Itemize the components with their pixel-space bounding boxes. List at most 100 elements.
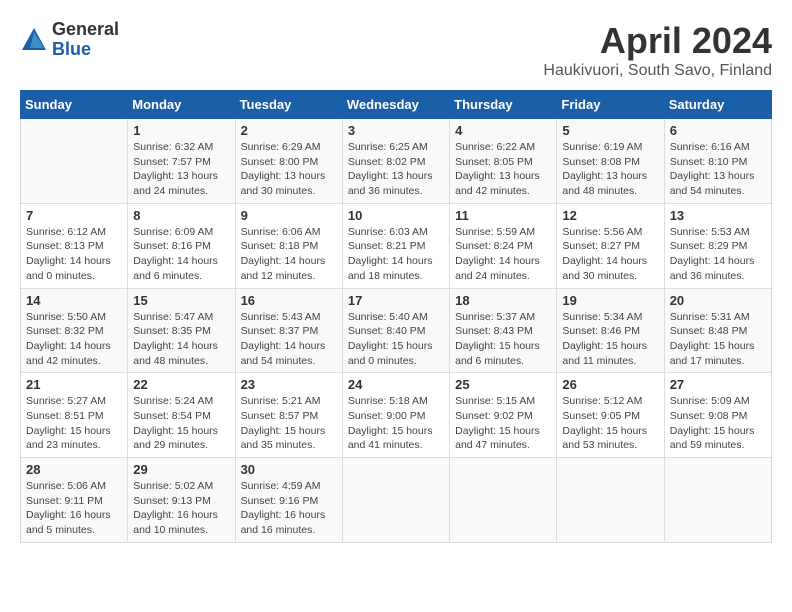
logo-general: General — [52, 20, 119, 40]
day-number: 5 — [562, 123, 658, 138]
day-info: Sunrise: 5:24 AM Sunset: 8:54 PM Dayligh… — [133, 394, 229, 453]
day-info: Sunrise: 5:31 AM Sunset: 8:48 PM Dayligh… — [670, 310, 766, 369]
calendar-cell: 21 Sunrise: 5:27 AM Sunset: 8:51 PM Dayli… — [21, 373, 128, 458]
day-info: Sunrise: 6:19 AM Sunset: 8:08 PM Dayligh… — [562, 140, 658, 199]
day-info: Sunrise: 6:12 AM Sunset: 8:13 PM Dayligh… — [26, 225, 122, 284]
day-number: 4 — [455, 123, 551, 138]
day-number: 16 — [241, 293, 337, 308]
calendar-cell: 10 Sunrise: 6:03 AM Sunset: 8:21 PM Dayli… — [342, 203, 449, 288]
calendar-cell: 1 Sunrise: 6:32 AM Sunset: 7:57 PM Daylig… — [128, 119, 235, 204]
calendar-cell: 27 Sunrise: 5:09 AM Sunset: 9:08 PM Dayli… — [664, 373, 771, 458]
day-number: 27 — [670, 377, 766, 392]
day-info: Sunrise: 6:06 AM Sunset: 8:18 PM Dayligh… — [241, 225, 337, 284]
day-number: 24 — [348, 377, 444, 392]
day-info: Sunrise: 5:34 AM Sunset: 8:46 PM Dayligh… — [562, 310, 658, 369]
header-row: SundayMondayTuesdayWednesdayThursdayFrid… — [21, 91, 772, 119]
column-header-sunday: Sunday — [21, 91, 128, 119]
day-number: 30 — [241, 462, 337, 477]
month-title: April 2024 — [543, 20, 772, 62]
calendar-cell: 20 Sunrise: 5:31 AM Sunset: 8:48 PM Dayli… — [664, 288, 771, 373]
column-header-wednesday: Wednesday — [342, 91, 449, 119]
day-info: Sunrise: 6:09 AM Sunset: 8:16 PM Dayligh… — [133, 225, 229, 284]
day-number: 28 — [26, 462, 122, 477]
day-info: Sunrise: 5:15 AM Sunset: 9:02 PM Dayligh… — [455, 394, 551, 453]
day-info: Sunrise: 4:59 AM Sunset: 9:16 PM Dayligh… — [241, 479, 337, 538]
calendar-cell: 14Sunrise: 5:50 AM Sunset: 8:32 PM Dayli… — [21, 288, 128, 373]
calendar-cell: 23Sunrise: 5:21 AM Sunset: 8:57 PM Dayli… — [235, 373, 342, 458]
week-row-4: 21 Sunrise: 5:27 AM Sunset: 8:51 PM Dayli… — [21, 373, 772, 458]
column-header-saturday: Saturday — [664, 91, 771, 119]
calendar-cell: 11 Sunrise: 5:59 AM Sunset: 8:24 PM Dayli… — [450, 203, 557, 288]
day-info: Sunrise: 5:56 AM Sunset: 8:27 PM Dayligh… — [562, 225, 658, 284]
calendar-cell: 16 Sunrise: 5:43 AM Sunset: 8:37 PM Dayli… — [235, 288, 342, 373]
week-row-5: 28Sunrise: 5:06 AM Sunset: 9:11 PM Dayli… — [21, 458, 772, 543]
day-info: Sunrise: 5:18 AM Sunset: 9:00 PM Dayligh… — [348, 394, 444, 453]
day-number: 23 — [241, 377, 337, 392]
day-number: 20 — [670, 293, 766, 308]
column-header-tuesday: Tuesday — [235, 91, 342, 119]
calendar-cell: 2Sunrise: 6:29 AM Sunset: 8:00 PM Daylig… — [235, 119, 342, 204]
day-number: 2 — [241, 123, 337, 138]
location-subtitle: Haukivuori, South Savo, Finland — [543, 62, 772, 80]
calendar-cell — [450, 458, 557, 543]
day-number: 1 — [133, 123, 229, 138]
day-number: 19 — [562, 293, 658, 308]
day-number: 17 — [348, 293, 444, 308]
calendar-cell: 4Sunrise: 6:22 AM Sunset: 8:05 PM Daylig… — [450, 119, 557, 204]
column-header-thursday: Thursday — [450, 91, 557, 119]
day-info: Sunrise: 5:02 AM Sunset: 9:13 PM Dayligh… — [133, 479, 229, 538]
day-number: 3 — [348, 123, 444, 138]
calendar-cell: 5 Sunrise: 6:19 AM Sunset: 8:08 PM Daylig… — [557, 119, 664, 204]
day-number: 6 — [670, 123, 766, 138]
week-row-1: 1 Sunrise: 6:32 AM Sunset: 7:57 PM Daylig… — [21, 119, 772, 204]
calendar-cell: 24 Sunrise: 5:18 AM Sunset: 9:00 PM Dayli… — [342, 373, 449, 458]
day-number: 11 — [455, 208, 551, 223]
calendar-cell: 28Sunrise: 5:06 AM Sunset: 9:11 PM Dayli… — [21, 458, 128, 543]
day-number: 10 — [348, 208, 444, 223]
logo-blue: Blue — [52, 40, 119, 60]
column-header-monday: Monday — [128, 91, 235, 119]
calendar-cell: 19 Sunrise: 5:34 AM Sunset: 8:46 PM Dayli… — [557, 288, 664, 373]
column-header-friday: Friday — [557, 91, 664, 119]
calendar-cell — [21, 119, 128, 204]
calendar-table: SundayMondayTuesdayWednesdayThursdayFrid… — [20, 90, 772, 543]
week-row-3: 14Sunrise: 5:50 AM Sunset: 8:32 PM Dayli… — [21, 288, 772, 373]
calendar-cell: 30 Sunrise: 4:59 AM Sunset: 9:16 PM Dayli… — [235, 458, 342, 543]
day-number: 7 — [26, 208, 122, 223]
day-number: 25 — [455, 377, 551, 392]
calendar-cell — [664, 458, 771, 543]
day-info: Sunrise: 5:43 AM Sunset: 8:37 PM Dayligh… — [241, 310, 337, 369]
day-number: 18 — [455, 293, 551, 308]
calendar-cell: 26Sunrise: 5:12 AM Sunset: 9:05 PM Dayli… — [557, 373, 664, 458]
calendar-cell: 12 Sunrise: 5:56 AM Sunset: 8:27 PM Dayli… — [557, 203, 664, 288]
calendar-cell — [557, 458, 664, 543]
calendar-cell: 7 Sunrise: 6:12 AM Sunset: 8:13 PM Daylig… — [21, 203, 128, 288]
day-info: Sunrise: 5:37 AM Sunset: 8:43 PM Dayligh… — [455, 310, 551, 369]
logo-text: General Blue — [52, 20, 119, 60]
day-info: Sunrise: 5:59 AM Sunset: 8:24 PM Dayligh… — [455, 225, 551, 284]
day-info: Sunrise: 6:03 AM Sunset: 8:21 PM Dayligh… — [348, 225, 444, 284]
day-info: Sunrise: 5:53 AM Sunset: 8:29 PM Dayligh… — [670, 225, 766, 284]
day-number: 13 — [670, 208, 766, 223]
calendar-cell: 6 Sunrise: 6:16 AM Sunset: 8:10 PM Daylig… — [664, 119, 771, 204]
page-header: General Blue April 2024 Haukivuori, Sout… — [20, 20, 772, 80]
calendar-cell: 8Sunrise: 6:09 AM Sunset: 8:16 PM Daylig… — [128, 203, 235, 288]
calendar-cell: 17Sunrise: 5:40 AM Sunset: 8:40 PM Dayli… — [342, 288, 449, 373]
week-row-2: 7 Sunrise: 6:12 AM Sunset: 8:13 PM Daylig… — [21, 203, 772, 288]
day-number: 29 — [133, 462, 229, 477]
calendar-cell: 22 Sunrise: 5:24 AM Sunset: 8:54 PM Dayli… — [128, 373, 235, 458]
day-info: Sunrise: 5:27 AM Sunset: 8:51 PM Dayligh… — [26, 394, 122, 453]
calendar-cell: 3Sunrise: 6:25 AM Sunset: 8:02 PM Daylig… — [342, 119, 449, 204]
day-number: 22 — [133, 377, 229, 392]
day-info: Sunrise: 5:09 AM Sunset: 9:08 PM Dayligh… — [670, 394, 766, 453]
day-number: 21 — [26, 377, 122, 392]
calendar-cell: 18 Sunrise: 5:37 AM Sunset: 8:43 PM Dayli… — [450, 288, 557, 373]
day-info: Sunrise: 6:16 AM Sunset: 8:10 PM Dayligh… — [670, 140, 766, 199]
day-number: 12 — [562, 208, 658, 223]
calendar-cell — [342, 458, 449, 543]
logo: General Blue — [20, 20, 119, 60]
day-number: 14 — [26, 293, 122, 308]
day-info: Sunrise: 6:32 AM Sunset: 7:57 PM Dayligh… — [133, 140, 229, 199]
calendar-cell: 15Sunrise: 5:47 AM Sunset: 8:35 PM Dayli… — [128, 288, 235, 373]
logo-icon — [20, 26, 48, 54]
